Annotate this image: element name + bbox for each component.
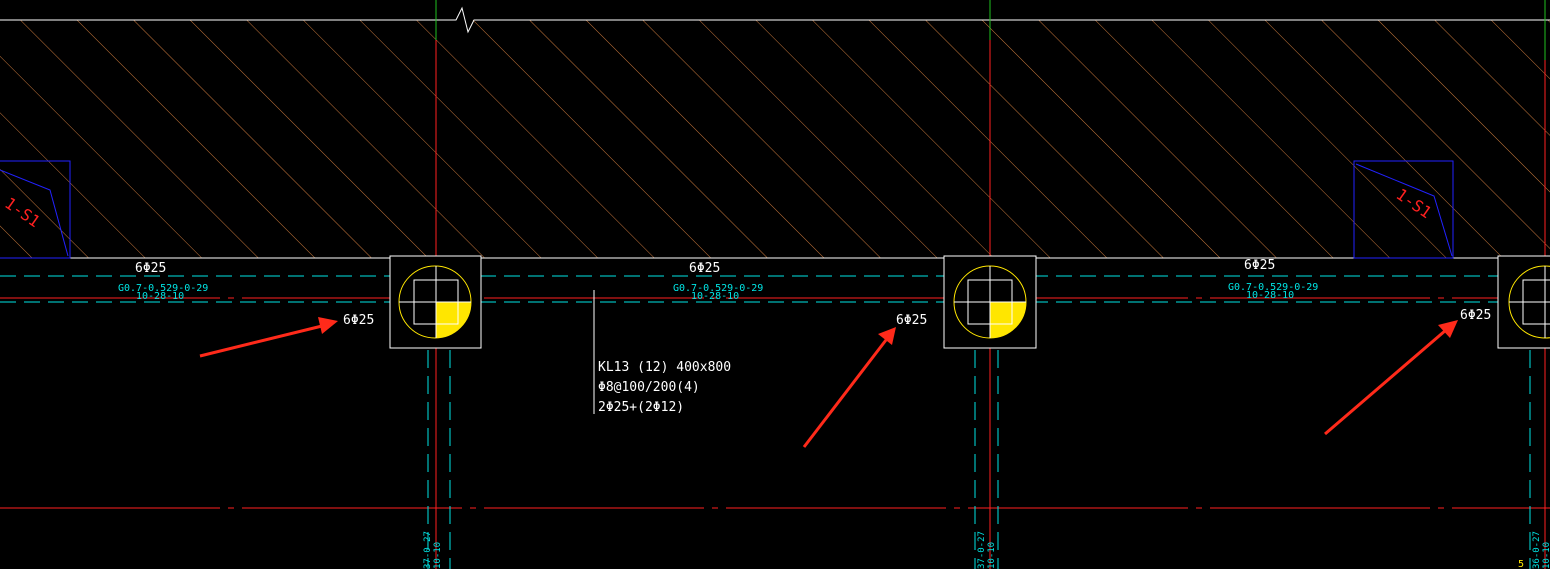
arrow-to-support-1 <box>199 317 338 358</box>
column-tag: 36-0-27 <box>1532 531 1542 569</box>
horizontal-axes <box>0 297 1550 509</box>
beam-note-line3: 2Φ25+(2Φ12) <box>598 400 684 415</box>
beam-annotation[interactable]: KL13 (12) 400x800 Φ8@100/200(4) 2Φ25+(2Φ… <box>593 290 731 415</box>
beam-note-line2: Φ8@100/200(4) <box>598 380 700 395</box>
arrow-to-support-3 <box>1324 320 1458 436</box>
span-top-rebar: 6Φ25 <box>1244 258 1275 273</box>
column-tag: 37-0-27 <box>423 531 433 569</box>
column-tag: 37-0-27 <box>977 531 987 569</box>
span-2-labels[interactable]: 6Φ25 G0.7-0.529-0-29 10-28-10 <box>673 261 763 302</box>
cad-drawing-canvas[interactable]: 1-S1 1-S1 6Φ25 G0.7-0.529-0-29 10-28-10 … <box>0 0 1550 569</box>
edge-mark: 5 <box>1518 559 1524 569</box>
column-tag: 10-10 <box>1542 542 1550 569</box>
column-1[interactable] <box>389 255 482 349</box>
column-tag: 10-10 <box>987 542 997 569</box>
span-top-rebar: 6Φ25 <box>689 261 720 276</box>
beam-note-line1: KL13 (12) 400x800 <box>598 360 731 375</box>
column-tag: 10-10 <box>433 542 443 569</box>
support-rebar-label-2[interactable]: 6Φ25 <box>896 313 927 328</box>
support-rebar-label-1[interactable]: 6Φ25 <box>343 313 374 328</box>
support-rebar-label-3[interactable]: 6Φ25 <box>1460 308 1491 323</box>
span-1-labels[interactable]: 6Φ25 G0.7-0.529-0-29 10-28-10 <box>118 261 208 302</box>
span-3-labels[interactable]: 6Φ25 G0.7-0.529-0-29 10-28-10 <box>1228 258 1318 301</box>
span-top-rebar: 6Φ25 <box>135 261 166 276</box>
span-code-line2: 10-28-10 <box>136 291 184 302</box>
slab-hatch <box>0 20 1550 258</box>
column-2[interactable] <box>943 255 1037 349</box>
arrow-to-support-2 <box>802 327 896 448</box>
span-code-line2: 10-28-10 <box>691 291 739 302</box>
span-code-line2: 10-28-10 <box>1246 290 1294 301</box>
column-3[interactable] <box>1497 255 1550 349</box>
